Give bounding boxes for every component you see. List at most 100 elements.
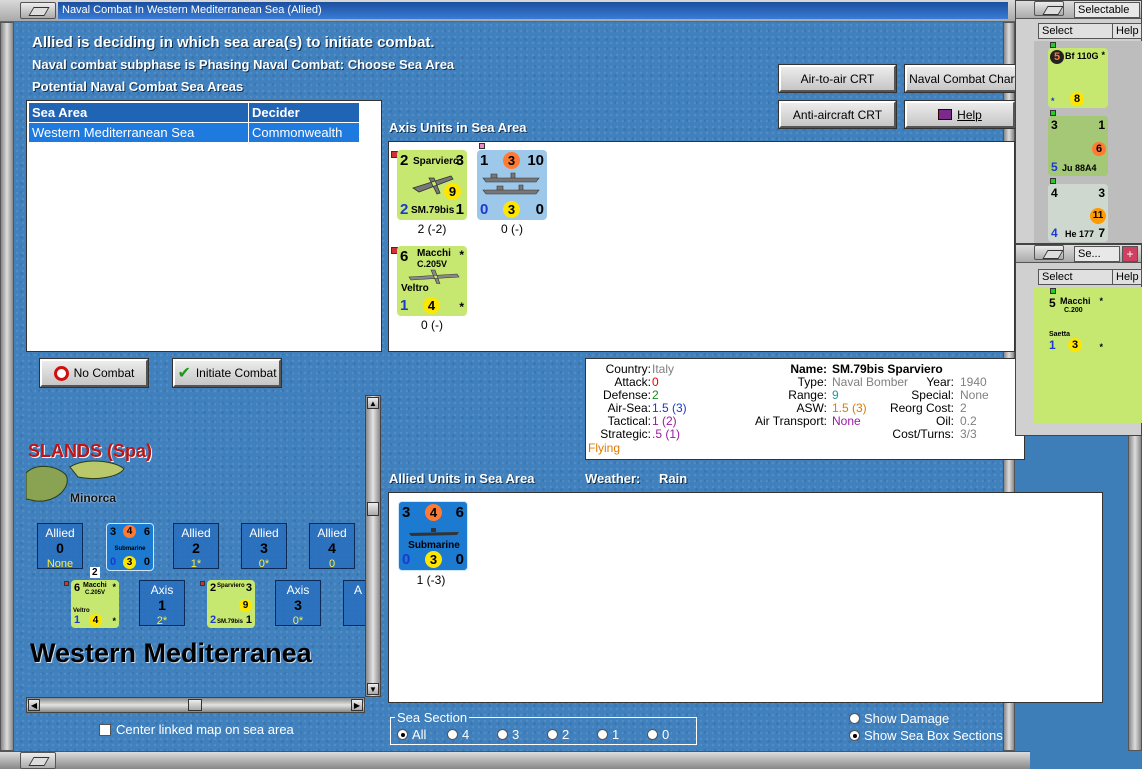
horizontal-scroll-thumb[interactable]	[188, 699, 202, 711]
submarine-icon	[409, 528, 459, 536]
reorg-label: Reorg Cost:	[889, 401, 954, 415]
air-to-air-crt-label: Air-to-air CRT	[800, 71, 875, 86]
box-value: 3	[260, 540, 268, 556]
range-value: 9	[832, 388, 839, 402]
map-sea-box-axis-3[interactable]: Axis 3 0*	[275, 580, 321, 627]
side-unit-bf110[interactable]: 5 Bf 110G * * 8	[1048, 48, 1108, 108]
map-sea-box-allied-0[interactable]: Allied 0 None	[37, 523, 83, 570]
scroll-up-arrow-icon[interactable]: ▲	[367, 397, 379, 409]
sea-section-option-4[interactable]: 4	[447, 727, 469, 742]
radio-unselected[interactable]	[647, 729, 658, 740]
option-label: 3	[512, 727, 520, 742]
flag-icon: +	[1122, 246, 1138, 262]
map-island-label: Minorca	[70, 491, 117, 505]
unit-tactical: 1	[400, 297, 409, 314]
allied-units-panel: 3 4 6 Submarine 0 3 0 1 (-3)	[388, 492, 1103, 703]
radio-unselected[interactable]	[849, 713, 860, 724]
decider-cell[interactable]: Commonwealth	[248, 122, 360, 143]
side-unit-macchi-c200[interactable]: 5 Macchi C.200 * Saetta 1 3 *	[1046, 294, 1106, 354]
table-row[interactable]: Western Mediterranean Sea Commonwealth	[28, 122, 360, 143]
unit-bottom-left: 0	[480, 201, 489, 218]
window-menu-button[interactable]	[20, 2, 56, 19]
box-value: 1	[158, 597, 166, 613]
help-button[interactable]: Help	[904, 100, 1016, 129]
unit-value: 10	[527, 152, 544, 169]
panel-menu-button[interactable]	[1034, 1, 1064, 16]
sea-section-option-2[interactable]: 2	[547, 727, 569, 742]
attack-value: 0	[652, 375, 659, 389]
side-unit-ju88[interactable]: 3 1 6 5 Ju 88A4	[1048, 116, 1108, 176]
unit-subname: Saetta	[1049, 331, 1071, 338]
anti-aircraft-crt-button[interactable]: Anti-aircraft CRT	[778, 100, 897, 129]
unit-bottom-right: 0	[455, 551, 464, 568]
radio-unselected[interactable]	[597, 729, 608, 740]
map-sea-box-axis-1[interactable]: Axis 1 2*	[139, 580, 185, 627]
axis-unit-macchi[interactable]: 6 Macchi C.205V * Veltro 1 4 *	[397, 246, 467, 316]
sea-section-option-3[interactable]: 3	[497, 727, 519, 742]
map-submarine-counter[interactable]: 3 4 6 Submarine 0 3 0	[106, 523, 154, 571]
naval-combat-chart-label: Naval Combat Chart	[909, 71, 1018, 86]
map-sea-box-allied-4[interactable]: Allied 4 0	[309, 523, 355, 570]
show-sea-box-option[interactable]: Show Sea Box Sections	[849, 728, 1003, 743]
center-map-checkbox[interactable]: Center linked map on sea area	[99, 722, 294, 737]
sea-section-option-1[interactable]: 1	[597, 727, 619, 742]
unit-marker-star: *	[1051, 96, 1055, 106]
box-sub: 2*	[156, 615, 168, 627]
unit-range: 11	[1090, 208, 1106, 224]
map-vertical-scrollbar[interactable]: ▲ ▼	[365, 395, 381, 697]
tab-stack[interactable]: Se...	[1074, 246, 1120, 262]
panel-help-button[interactable]: Help	[1112, 23, 1142, 39]
sea-section-option-0[interactable]: 0	[647, 727, 669, 742]
radio-unselected[interactable]	[497, 729, 508, 740]
map-sea-box-axis-4[interactable]: A	[343, 580, 365, 626]
panel-menu-button[interactable]	[1034, 245, 1064, 260]
selectable-units-window: Selectable Select Help 5 Bf 110G * * 8 3…	[1015, 0, 1142, 244]
checkbox-box[interactable]	[99, 724, 111, 736]
vertical-scroll-thumb[interactable]	[367, 502, 379, 516]
radio-unselected[interactable]	[547, 729, 558, 740]
status-line-1: Allied is deciding in which sea area(s) …	[32, 34, 435, 51]
unit-defense: 3	[455, 152, 464, 169]
naval-combat-chart-button[interactable]: Naval Combat Chart	[904, 64, 1023, 93]
column-header-sea-area[interactable]: Sea Area	[28, 102, 249, 123]
sea-area-cell[interactable]: Western Mediterranean Sea	[28, 122, 249, 143]
initiate-combat-button[interactable]: ✔ Initiate Combat	[172, 358, 282, 388]
flying-status: Flying	[588, 441, 621, 455]
axis-unit-convoy[interactable]: 1 3 10 0 3 0	[477, 150, 547, 220]
sea-area-map[interactable]: SLANDS (Spa) Minorca Allied 0 None 3 4 6…	[26, 395, 365, 697]
option-label: 2	[562, 727, 570, 742]
status-line-3: Potential Naval Combat Sea Areas	[32, 79, 244, 94]
unit-defense: 3	[245, 582, 252, 594]
show-damage-option[interactable]: Show Damage	[849, 711, 949, 726]
axis-unit-sparviero[interactable]: 2 Sparviero 3 9 2 SM.79bis 1	[397, 150, 467, 220]
panel-help-button[interactable]: Help	[1112, 269, 1142, 285]
unit-caption: 1 (-3)	[416, 573, 446, 587]
unit-defense: 3	[1098, 186, 1105, 200]
bottom-left-button[interactable]	[20, 752, 56, 769]
no-combat-button[interactable]: No Combat	[39, 358, 149, 388]
map-horizontal-scrollbar[interactable]: ◀ ▶	[26, 697, 365, 713]
air-to-air-crt-button[interactable]: Air-to-air CRT	[778, 64, 897, 93]
map-sea-box-allied-3[interactable]: Allied 3 0*	[241, 523, 287, 570]
radio-selected[interactable]	[849, 730, 860, 741]
sea-section-group: Sea Section All 4 3 2 1 0	[390, 710, 697, 745]
allied-unit-submarine[interactable]: 3 4 6 Submarine 0 3 0	[398, 501, 468, 571]
radio-unselected[interactable]	[447, 729, 458, 740]
box-label: Allied	[249, 526, 279, 540]
year-label: Year:	[926, 375, 954, 389]
map-sea-box-allied-2[interactable]: Allied 2 1*	[173, 523, 219, 570]
tab-selectable[interactable]: Selectable	[1074, 2, 1140, 18]
map-macchi-counter[interactable]: 6 Macchi C.205V * Veltro 1 4 *	[71, 580, 119, 628]
radio-selected[interactable]	[397, 729, 408, 740]
unit-info-panel: Country: Italy Attack: 0 Defense: 2 Air-…	[585, 358, 1025, 460]
option-label: All	[412, 727, 427, 742]
strategic-value: .5 (1)	[652, 427, 681, 441]
scroll-left-arrow-icon[interactable]: ◀	[28, 699, 40, 711]
map-sparviero-counter[interactable]: 2 Sparviero 3 9 2 SM.79bis 1	[207, 580, 255, 628]
side-unit-he177[interactable]: 4 3 11 4 He 177 7	[1048, 184, 1108, 242]
scroll-down-arrow-icon[interactable]: ▼	[367, 683, 379, 695]
column-header-decider[interactable]: Decider	[248, 102, 360, 123]
unit-speed: 3	[503, 201, 520, 218]
sea-section-option-all[interactable]: All	[397, 727, 426, 742]
scroll-right-arrow-icon[interactable]: ▶	[351, 699, 363, 711]
